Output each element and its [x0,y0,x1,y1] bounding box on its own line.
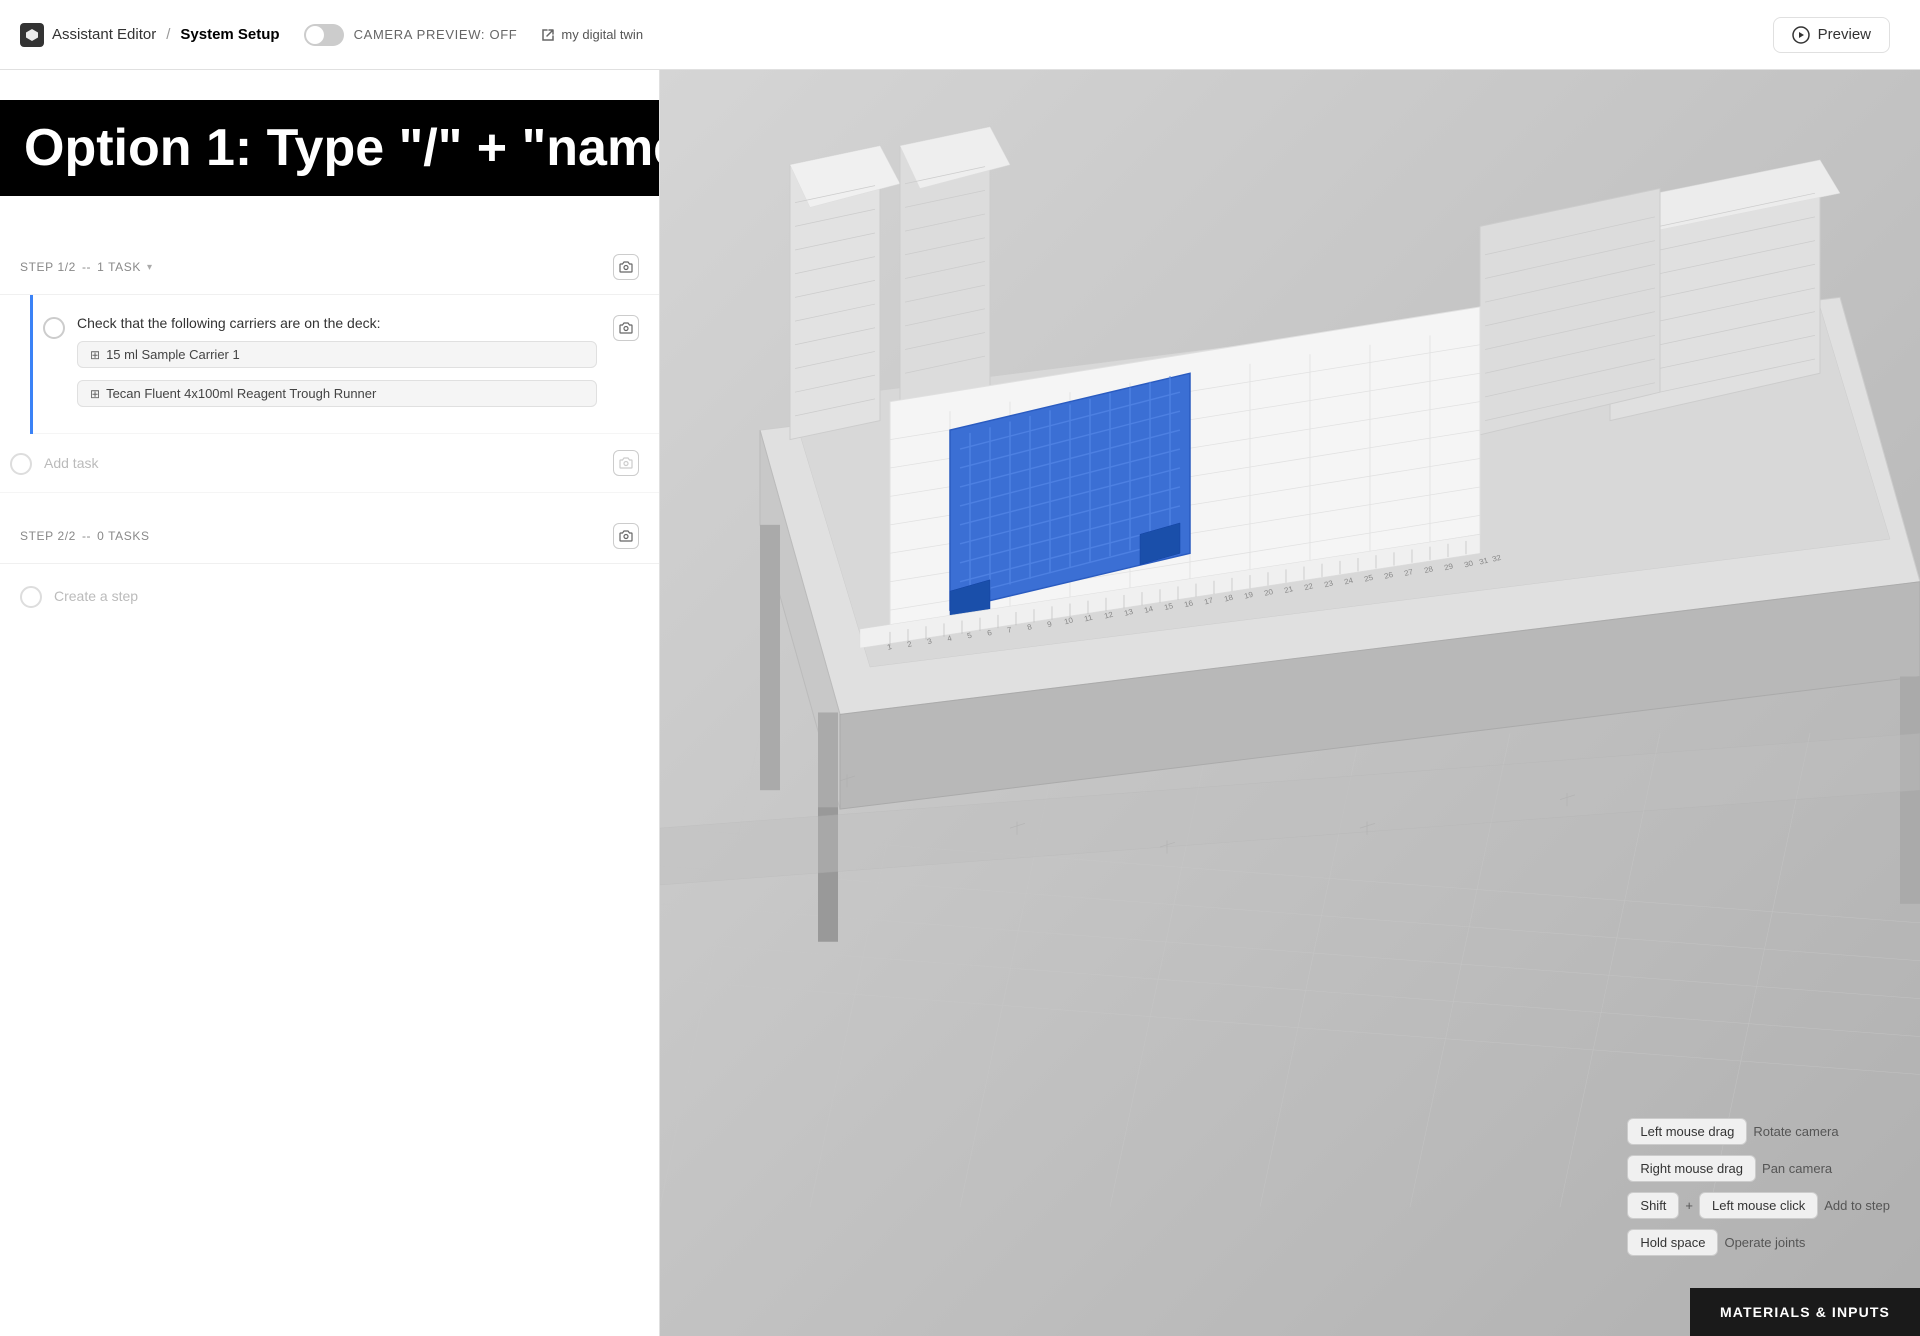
hint-row-shift-click: Shift + Left mouse click Add to step [1627,1192,1890,1219]
step1-camera-button[interactable] [613,254,639,280]
task-description-1: Check that the following carriers are on… [77,315,601,331]
carrier-icon-2: ⊞ [90,387,100,401]
toggle-knob [306,26,324,44]
task-row-1: Check that the following carriers are on… [33,295,659,434]
step2-separator: -- [82,529,91,543]
carrier-tag-2[interactable]: ⊞ Tecan Fluent 4x100ml Reagent Trough Ru… [77,380,597,407]
step1-label: STEP 1/2 -- 1 TASK ▾ [20,260,153,274]
step2-number: STEP 2/2 [20,529,76,543]
add-task-camera-button[interactable] [613,450,639,476]
carrier-label-1: 15 ml Sample Carrier 1 [106,347,240,362]
play-icon [1792,26,1810,44]
step1-tasks-container: Check that the following carriers are on… [30,295,659,434]
preview-label: Preview [1818,26,1871,43]
key-left-mouse-drag: Left mouse drag [1627,1118,1747,1145]
key-hold-space: Hold space [1627,1229,1718,1256]
hint-add-to-step: Add to step [1824,1198,1890,1213]
task-radio-1[interactable] [43,317,65,339]
camera-preview-label: CAMERA PREVIEW: OFF [354,27,518,42]
task-camera-button[interactable] [613,315,639,341]
step1-header: STEP 1/2 -- 1 TASK ▾ [0,240,659,295]
step2-label: STEP 2/2 -- 0 TASKS [20,529,150,543]
step1-number: STEP 1/2 [20,260,76,274]
tooltip-overlay: Option 1: Type "/" + "name" [0,100,660,196]
header-separator: / [166,26,170,43]
editor-label: Assistant Editor [52,26,156,43]
add-task-row[interactable]: Add task [0,434,659,493]
link-icon [541,28,555,42]
tooltip-text: Option 1: Type "/" + "name" [24,119,660,177]
control-hints: Left mouse drag Rotate camera Right mous… [1627,1118,1890,1256]
hint-row-hold-space: Hold space Operate joints [1627,1229,1890,1256]
camera-preview-toggle[interactable]: CAMERA PREVIEW: OFF [304,24,518,46]
digital-twin-label: my digital twin [561,27,643,42]
preview-button[interactable]: Preview [1773,17,1890,53]
add-task-label: Add task [44,455,98,471]
step2-camera-button[interactable] [613,523,639,549]
hint-row-left-drag: Left mouse drag Rotate camera [1627,1118,1890,1145]
key-right-mouse-drag: Right mouse drag [1627,1155,1756,1182]
plus-sign-1: + [1685,1198,1693,1213]
create-step-label: Create a step [54,588,138,604]
left-panel: Option 1: Type "/" + "name" STEP 1/2 -- … [0,70,660,1336]
add-task-radio[interactable] [10,453,32,475]
create-step-radio[interactable] [20,586,42,608]
step2-task-count: 0 TASKS [97,529,149,543]
right-panel-3d[interactable]: 1 2 3 4 5 6 7 8 9 10 11 12 13 14 15 16 1 [660,70,1920,1336]
add-task-left: Add task [10,451,98,475]
my-digital-twin-link[interactable]: my digital twin [541,27,643,42]
step1-separator: -- [82,260,91,274]
create-step-row[interactable]: Create a step [0,564,659,628]
key-shift: Shift [1627,1192,1679,1219]
hint-row-right-drag: Right mouse drag Pan camera [1627,1155,1890,1182]
materials-inputs-label: MATERIALS & INPUTS [1720,1304,1890,1320]
task-content-1: Check that the following carriers are on… [77,315,601,413]
hint-operate-joints: Operate joints [1724,1235,1805,1250]
carrier-icon-1: ⊞ [90,348,100,362]
app-logo: Assistant Editor / System Setup [20,23,280,47]
materials-inputs-button[interactable]: MATERIALS & INPUTS [1690,1288,1920,1336]
3d-viewport[interactable]: 1 2 3 4 5 6 7 8 9 10 11 12 13 14 15 16 1 [660,70,1920,1336]
camera-toggle-switch[interactable] [304,24,344,46]
carriers-list: ⊞ 15 ml Sample Carrier 1 ⊞ Tecan Fluent … [77,341,601,413]
carrier-tag-1[interactable]: ⊞ 15 ml Sample Carrier 1 [77,341,597,368]
hint-rotate-camera: Rotate camera [1753,1124,1838,1139]
step1-task-count: 1 TASK [97,260,141,274]
step1-chevron-icon[interactable]: ▾ [147,262,153,273]
step2-header: STEP 2/2 -- 0 TASKS [0,509,659,564]
logo-icon [20,23,44,47]
hint-pan-camera: Pan camera [1762,1161,1832,1176]
main-content: Option 1: Type "/" + "name" STEP 1/2 -- … [0,70,1920,1336]
key-left-mouse-click: Left mouse click [1699,1192,1818,1219]
carrier-label-2: Tecan Fluent 4x100ml Reagent Trough Runn… [106,386,376,401]
system-setup-label: System Setup [180,26,279,43]
app-header: Assistant Editor / System Setup CAMERA P… [0,0,1920,70]
